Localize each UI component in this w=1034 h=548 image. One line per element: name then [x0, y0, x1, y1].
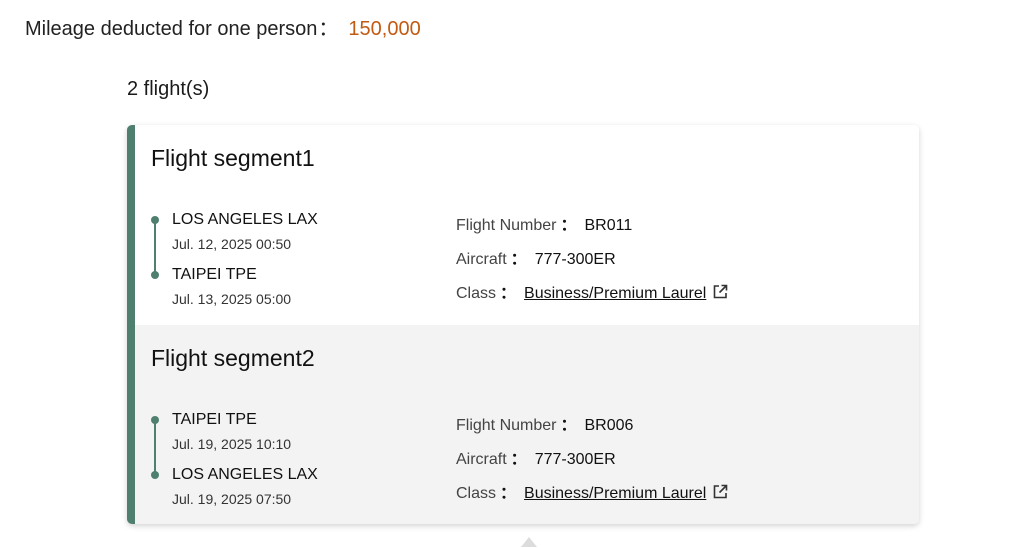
caret-up-icon[interactable]	[521, 537, 537, 547]
class-row: Class： Business/Premium Laurel	[456, 479, 728, 505]
route-line	[154, 420, 156, 475]
aircraft-label: Aircraft	[456, 451, 507, 468]
flight-number-row: Flight Number： BR011	[456, 211, 632, 235]
route-timeline: TAIPEI TPE Jul. 19, 2025 10:10 LOS ANGEL…	[151, 409, 431, 509]
arrival-city: LOS ANGELES LAX	[172, 466, 318, 483]
colon: ：	[510, 251, 527, 268]
aircraft-value: 777-300ER	[534, 251, 616, 268]
flights-count: 2 flight(s)	[127, 78, 210, 100]
class-link[interactable]: Business/Premium Laurel	[524, 485, 706, 502]
flight-number-label: Flight Number	[456, 417, 557, 434]
flight-number-value: BR006	[584, 417, 634, 434]
flight-segments-card: Flight segment1 LOS ANGELES LAX Jul. 12,…	[127, 125, 919, 524]
mileage-label: Mileage deducted for one person	[25, 18, 318, 40]
departure-time: Jul. 12, 2025 00:50	[172, 236, 292, 252]
flight-number-value: BR011	[584, 217, 633, 234]
segment-title: Flight segment2	[151, 345, 315, 371]
arrival-time: Jul. 13, 2025 05:00	[172, 291, 292, 307]
mileage-value: 150,000	[348, 18, 421, 40]
aircraft-label: Aircraft	[456, 251, 507, 268]
external-link-icon[interactable]	[712, 284, 728, 305]
route-dot-icon	[151, 271, 159, 279]
external-link-icon[interactable]	[712, 484, 728, 505]
colon: ：	[500, 485, 517, 502]
route-dot-icon	[151, 471, 159, 479]
segment-title: Flight segment1	[151, 145, 315, 171]
class-link[interactable]: Business/Premium Laurel	[524, 285, 706, 302]
colon: ：	[560, 217, 577, 234]
flight-number-label: Flight Number	[456, 217, 557, 234]
aircraft-row: Aircraft： 777-300ER	[456, 245, 616, 269]
route-timeline: LOS ANGELES LAX Jul. 12, 2025 00:50 TAIP…	[151, 209, 431, 309]
flight-number-row: Flight Number： BR006	[456, 411, 633, 435]
route-line	[154, 220, 156, 275]
class-label: Class	[456, 485, 497, 502]
colon: ：	[500, 285, 517, 302]
arrival-time: Jul. 19, 2025 07:50	[172, 491, 292, 507]
colon: ：	[560, 417, 577, 434]
class-row: Class： Business/Premium Laurel	[456, 279, 728, 305]
class-label: Class	[456, 285, 497, 302]
aircraft-value: 777-300ER	[534, 451, 616, 468]
departure-time: Jul. 19, 2025 10:10	[172, 436, 292, 452]
colon: ：	[510, 451, 527, 468]
departure-city: LOS ANGELES LAX	[172, 211, 318, 228]
departure-city: TAIPEI TPE	[172, 411, 257, 428]
arrival-city: TAIPEI TPE	[172, 266, 257, 283]
mileage-separator: ：	[318, 18, 339, 40]
aircraft-row: Aircraft： 777-300ER	[456, 445, 616, 469]
flight-segment-1: Flight segment1 LOS ANGELES LAX Jul. 12,…	[135, 125, 919, 325]
flight-segment-2: Flight segment2 TAIPEI TPE Jul. 19, 2025…	[135, 325, 919, 524]
mileage-summary: Mileage deducted for one person： 150,000	[25, 12, 421, 41]
